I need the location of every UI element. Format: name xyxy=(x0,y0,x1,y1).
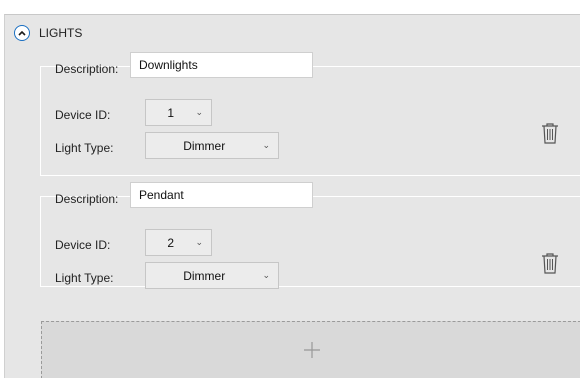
description-field[interactable]: Downlights xyxy=(130,52,313,78)
device-group: Description: Pendant Device ID: 2 ⌄ Ligh… xyxy=(40,181,580,306)
light-type-select[interactable]: Dimmer ⌄ xyxy=(145,262,279,289)
device-id-label: Device ID: xyxy=(55,108,111,122)
device-id-value: 1 xyxy=(167,105,175,120)
description-label: Description: xyxy=(55,62,119,76)
device-id-select[interactable]: 1 ⌄ xyxy=(145,99,212,126)
description-label: Description: xyxy=(55,192,119,206)
chevron-down-icon: ⌄ xyxy=(262,270,270,280)
description-field[interactable]: Pendant xyxy=(130,182,313,208)
plus-icon xyxy=(303,342,320,358)
light-type-value: Dimmer xyxy=(183,268,226,283)
light-type-label: Light Type: xyxy=(55,271,114,285)
collapse-button[interactable] xyxy=(14,25,30,41)
group-frame xyxy=(40,196,580,287)
device-group: Description: Downlights Device ID: 1 ⌄ L… xyxy=(40,51,580,176)
chevron-down-icon: ⌄ xyxy=(195,107,203,117)
trash-icon[interactable] xyxy=(541,252,559,274)
chevron-up-icon xyxy=(18,30,26,36)
light-type-value: Dimmer xyxy=(183,138,226,153)
chevron-down-icon: ⌄ xyxy=(262,140,270,150)
device-id-value: 2 xyxy=(167,235,175,250)
device-id-label: Device ID: xyxy=(55,238,111,252)
trash-icon[interactable] xyxy=(541,122,559,144)
lights-panel: LIGHTS Description: Downlights Device ID… xyxy=(4,14,580,378)
light-type-label: Light Type: xyxy=(55,141,114,155)
chevron-down-icon: ⌄ xyxy=(195,237,203,247)
light-type-select[interactable]: Dimmer ⌄ xyxy=(145,132,279,159)
device-id-select[interactable]: 2 ⌄ xyxy=(145,229,212,256)
group-frame xyxy=(40,66,580,176)
add-device-button[interactable] xyxy=(41,321,580,378)
section-header: LIGHTS xyxy=(14,25,82,41)
section-title: LIGHTS xyxy=(39,26,83,40)
